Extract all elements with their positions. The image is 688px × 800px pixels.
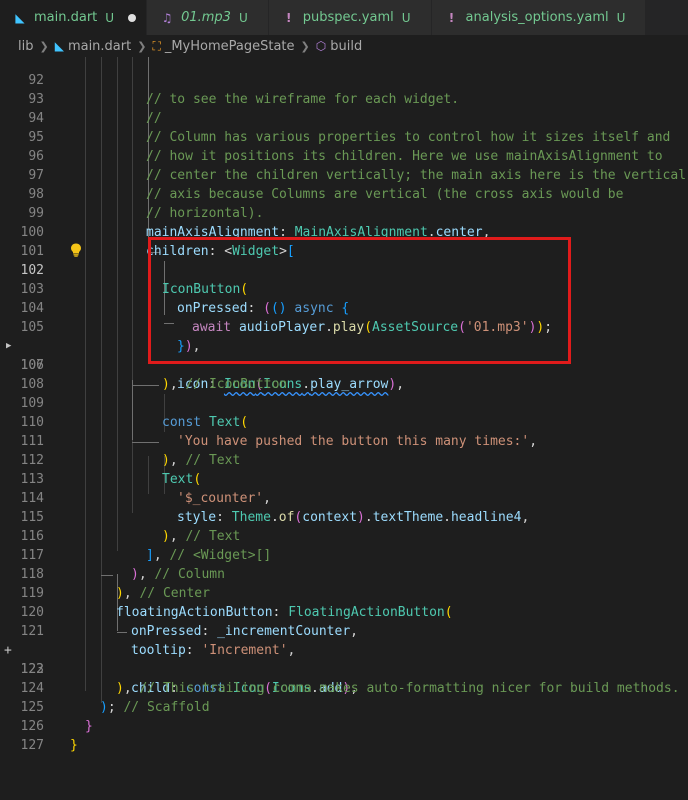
tab-label: analysis_options.yaml xyxy=(465,10,609,25)
audio-file-icon: ♫ xyxy=(161,10,173,25)
code-line: 113 '$_counter', xyxy=(0,451,688,506)
git-status-badge: U xyxy=(401,10,411,25)
breadcrumb-class[interactable]: _MyHomePageState xyxy=(165,39,295,54)
code-line: 109 const Text( xyxy=(0,375,688,430)
code-editor[interactable]: 92 // to see the wireframe for each widg… xyxy=(0,57,688,800)
chevron-right-icon: ❯ xyxy=(39,39,49,53)
code-line: 116 ], // <Widget>[] xyxy=(0,508,688,563)
class-symbol-icon: ⛶ xyxy=(152,38,161,53)
breadcrumb-folder[interactable]: lib xyxy=(18,39,33,54)
yaml-file-icon: ! xyxy=(448,10,455,25)
code-line: 95 // how it positions its children. Her… xyxy=(0,109,688,164)
tab-pubspec-yaml[interactable]: ! pubspec.yaml U xyxy=(268,0,432,35)
breadcrumb-file[interactable]: main.dart xyxy=(68,39,131,54)
dart-file-icon: ◣ xyxy=(54,39,64,53)
git-status-badge: U xyxy=(238,10,248,25)
line-number: 127 xyxy=(20,738,44,753)
tab-label: 01.mp3 xyxy=(181,10,231,25)
code-line: 97 // axis because Columns are vertical … xyxy=(0,147,688,202)
tab-label: pubspec.yaml xyxy=(302,10,394,25)
code-line: 94 // Column has various properties to c… xyxy=(0,90,688,145)
editor-tab-bar: ◣ main.dart U ♫ 01.mp3 U ! pubspec.yaml … xyxy=(0,0,688,35)
code-line: 96 // center the children vertically; th… xyxy=(0,128,688,183)
code-line: 124 ); // Scaffold xyxy=(0,660,688,715)
code-line: 110 'You have pushed the button this man… xyxy=(0,394,688,449)
code-line: 112 Text( xyxy=(0,432,688,487)
code-line: 99 mainAxisAlignment: MainAxisAlignment.… xyxy=(0,185,688,240)
code-line: 115 ), // Text xyxy=(0,489,688,544)
code-line: 123 ), // This trailing comma makes auto… xyxy=(0,641,688,696)
code-line: 111 ), // Text xyxy=(0,413,688,468)
chevron-right-icon: ❯ xyxy=(137,39,147,53)
code-line: 120 onPressed: _incrementCounter, xyxy=(0,584,688,639)
code-line: 121 tooltip: 'Increment', xyxy=(0,603,688,658)
code-line: 92 // to see the wireframe for each widg… xyxy=(0,57,688,107)
chevron-right-icon: ❯ xyxy=(300,39,310,53)
tab-main-dart[interactable]: ◣ main.dart U xyxy=(0,0,148,35)
code-line: 119 floatingActionButton: FloatingAction… xyxy=(0,565,688,620)
annotation-highlight-box xyxy=(148,237,571,364)
tab-analysis-options-yaml[interactable]: ! analysis_options.yaml U xyxy=(431,0,647,35)
git-status-badge: U xyxy=(105,10,115,25)
method-symbol-icon: ⬡ xyxy=(315,39,327,53)
code-line: 117 ), // Column xyxy=(0,527,688,582)
code-line: 118 ), // Center xyxy=(0,546,688,601)
breadcrumb: lib ❯ ◣ main.dart ❯ ⛶ _MyHomePageState ❯… xyxy=(0,35,688,57)
git-status-badge: U xyxy=(616,10,626,25)
code-line: 114 style: Theme.of(context).textTheme.h… xyxy=(0,470,688,525)
yaml-file-icon: ! xyxy=(286,10,292,25)
code-line: 100 children: <Widget>[ xyxy=(0,204,688,259)
code-line: 98 // horizontal). xyxy=(0,166,688,221)
code-line: 93 // xyxy=(0,71,688,126)
tab-01-mp3[interactable]: ♫ 01.mp3 U xyxy=(147,0,269,35)
unsaved-dot-icon[interactable] xyxy=(128,13,137,22)
lightbulb-icon[interactable] xyxy=(70,243,82,257)
code-line: 126 } xyxy=(0,698,688,753)
code-line: + 122 child: const Icon(Icons.add), xyxy=(0,622,688,696)
breadcrumb-method[interactable]: build xyxy=(330,39,362,54)
code-line: 125 } xyxy=(0,679,688,734)
code-line: 127 xyxy=(0,717,688,753)
dart-file-icon: ◣ xyxy=(15,10,25,25)
tab-label: main.dart xyxy=(34,10,98,25)
